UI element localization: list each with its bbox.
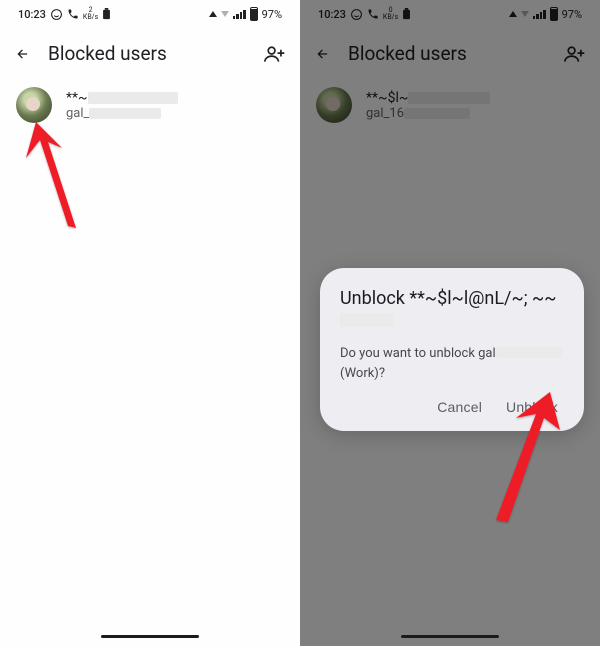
- unblock-dialog: Unblock **~$l~l@nL/~; ~~ Do you want to …: [320, 268, 584, 431]
- dialog-body: Do you want to unblock gal (Work)?: [340, 344, 564, 383]
- wifi-rx-icon: [221, 11, 229, 17]
- avatar: [16, 87, 52, 123]
- back-icon[interactable]: [14, 47, 32, 61]
- annotation-arrow-left: [22, 118, 92, 238]
- cancel-button[interactable]: Cancel: [437, 399, 482, 415]
- battery-percent: 97%: [262, 8, 282, 21]
- battery-small-icon: [102, 8, 111, 20]
- battery-icon: [250, 7, 258, 21]
- gesture-bar: [101, 635, 199, 639]
- whatsapp-icon: [50, 8, 63, 21]
- page-title: Blocked users: [48, 42, 248, 65]
- blocked-user-name: **~: [66, 90, 178, 106]
- right-screenshot: 10:23 0 KB/s 97% Blocked users **~$l~: [300, 0, 600, 646]
- unblock-button[interactable]: Unblock: [506, 399, 558, 415]
- status-time: 10:23: [18, 8, 46, 21]
- add-person-icon[interactable]: [264, 45, 286, 63]
- gesture-bar: [401, 635, 499, 639]
- wifi-tx-icon: [209, 11, 217, 17]
- blocked-user-row[interactable]: **~ gal_: [0, 77, 300, 133]
- status-bar: 10:23 2 KB/s 97%: [0, 0, 300, 24]
- left-screenshot: 10:23 2 KB/s 97% Blocked users **~: [0, 0, 300, 646]
- dialog-title: Unblock **~$l~l@nL/~; ~~: [340, 288, 564, 330]
- blocked-user-subtitle: gal_: [66, 106, 178, 121]
- app-bar: Blocked users: [0, 24, 300, 77]
- phone-icon: [67, 8, 79, 20]
- data-speed-indicator: 2 KB/s: [83, 7, 98, 21]
- signal-icon: [233, 10, 246, 19]
